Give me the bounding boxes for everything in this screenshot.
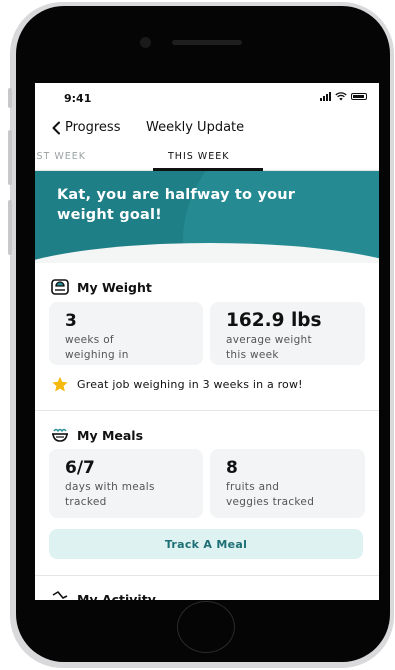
meal-days-label: days with meals tracked	[65, 480, 203, 510]
fruits-veggies-label: fruits and veggies tracked	[226, 480, 365, 510]
weeks-weighed-label: weeks of weighing in	[65, 333, 203, 363]
stat-label-line: weighing in	[65, 349, 129, 361]
status-time: 9:41	[64, 92, 92, 105]
stat-label-line: average weight	[226, 334, 312, 346]
back-label: Progress	[65, 120, 121, 135]
back-button[interactable]: Progress	[51, 119, 120, 137]
activity-section-header: My Activity	[51, 591, 156, 600]
average-weight-value: 162.9 lbs	[226, 310, 322, 331]
section-divider	[35, 410, 379, 411]
volume-up-button	[8, 130, 12, 185]
weeks-weighed-card: 3 weeks of weighing in	[49, 302, 203, 365]
stat-label-line: weeks of	[65, 334, 114, 346]
battery-icon	[351, 93, 367, 100]
track-meal-button[interactable]: Track A Meal	[49, 529, 363, 559]
weight-section-title: My Weight	[77, 279, 152, 295]
front-camera	[140, 37, 151, 48]
stat-label-line: fruits and	[226, 481, 280, 493]
stat-label-line: days with meals	[65, 481, 155, 493]
bowl-icon	[52, 428, 68, 442]
status-icons	[320, 92, 367, 101]
activity-icon	[52, 591, 68, 599]
section-divider	[35, 575, 379, 576]
wifi-icon	[335, 92, 347, 101]
stat-label-line: veggies tracked	[226, 496, 315, 508]
page-title: Weekly Update	[146, 120, 245, 135]
activity-section-title: My Activity	[77, 591, 156, 601]
meals-section-header: My Meals	[51, 427, 143, 443]
average-weight-card: 162.9 lbs average weight this week	[210, 302, 365, 365]
week-tabs: AST WEEK THIS WEEK	[35, 143, 379, 171]
meal-days-value: 6/7	[65, 458, 95, 478]
weight-achievement: Great job weighing in 3 weeks in a row!	[51, 376, 303, 393]
fruits-veggies-card: 8 fruits and veggies tracked	[210, 449, 365, 518]
nav-bar: Progress Weekly Update	[35, 115, 379, 143]
achievement-text: Great job weighing in 3 weeks in a row!	[77, 378, 303, 391]
meals-section-title: My Meals	[77, 427, 144, 443]
average-weight-label: average weight this week	[226, 333, 365, 363]
earpiece-speaker	[172, 40, 242, 45]
stat-label-line: tracked	[65, 496, 107, 508]
star-icon	[52, 376, 68, 392]
mute-switch	[8, 88, 12, 108]
status-bar: 9:41	[35, 83, 379, 115]
app-screen: 9:41 Progress Weekly Update AST WEEK THI…	[35, 83, 379, 600]
goal-message: Kat, you are halfway to your weight goal…	[57, 187, 296, 223]
tab-this-week[interactable]: THIS WEEK	[168, 151, 229, 163]
stat-label-line: this week	[226, 349, 279, 361]
home-button[interactable]	[177, 601, 235, 653]
weight-section-header: My Weight	[51, 279, 152, 295]
volume-down-button	[8, 200, 12, 255]
chevron-left-icon	[52, 121, 60, 135]
track-meal-label: Track A Meal	[164, 537, 248, 551]
meal-days-card: 6/7 days with meals tracked	[49, 449, 203, 518]
goal-banner: Kat, you are halfway to your weight goal…	[35, 171, 379, 263]
fruits-veggies-value: 8	[226, 458, 238, 478]
cellular-signal-icon	[320, 92, 331, 101]
scale-icon	[51, 279, 69, 295]
weeks-weighed-value: 3	[65, 311, 77, 331]
tab-last-week[interactable]: AST WEEK	[35, 151, 86, 163]
